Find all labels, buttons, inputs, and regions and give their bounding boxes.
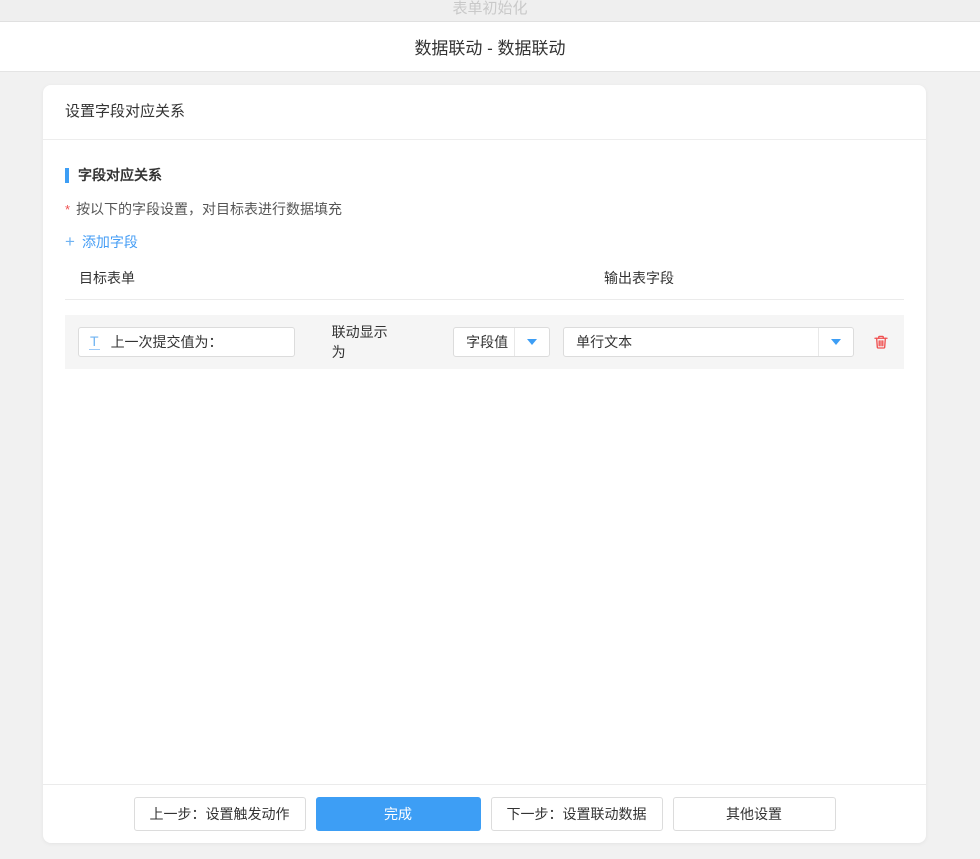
target-field-input[interactable]: T 上一次提交值为：: [78, 327, 295, 357]
single-line-text-icon: T: [89, 334, 100, 350]
settings-card: 设置字段对应关系 字段对应关系 * 按以下的字段设置，对目标表进行数据填充 + …: [43, 85, 926, 843]
section-title-label: 字段对应关系: [78, 165, 162, 185]
card-title: 设置字段对应关系: [43, 85, 926, 140]
column-header-output-field: 输出表字段: [604, 268, 674, 288]
add-field-label: 添加字段: [82, 232, 138, 252]
modal-title: 数据联动 - 数据联动: [414, 34, 565, 59]
chevron-down-icon: [818, 328, 853, 356]
card-body: 字段对应关系 * 按以下的字段设置，对目标表进行数据填充 + 添加字段 目标表单…: [43, 165, 926, 369]
section-accent-bar: [65, 168, 69, 183]
required-asterisk: *: [65, 202, 70, 217]
prev-step-button[interactable]: 上一步：设置触发动作: [134, 797, 306, 831]
chevron-down-icon: [514, 328, 549, 356]
output-field-select[interactable]: 单行文本: [563, 327, 854, 357]
finish-button[interactable]: 完成: [316, 797, 481, 831]
modal-body: 设置字段对应关系 字段对应关系 * 按以下的字段设置，对目标表进行数据填充 + …: [0, 72, 980, 859]
section-title: 字段对应关系: [65, 165, 904, 185]
mapping-row: T 上一次提交值为： 联动显示为 字段值 单行文本: [65, 315, 904, 369]
plus-icon: +: [65, 235, 75, 249]
column-header-target-form: 目标表单: [79, 268, 135, 288]
hint-text: * 按以下的字段设置，对目标表进行数据填充: [65, 199, 904, 219]
delete-row-button[interactable]: [871, 332, 891, 352]
add-field-button[interactable]: + 添加字段: [65, 232, 138, 252]
value-type-select[interactable]: 字段值: [453, 327, 550, 357]
other-settings-button[interactable]: 其他设置: [673, 797, 836, 831]
target-field-value: 上一次提交值为：: [111, 332, 223, 352]
column-headers: 目标表单 输出表字段: [65, 268, 904, 286]
header-divider: [65, 299, 904, 300]
linkage-display-label: 联动显示为: [332, 322, 402, 362]
trash-icon: [872, 333, 890, 351]
value-type-selected: 字段值: [454, 328, 514, 356]
next-step-button[interactable]: 下一步：设置联动数据: [491, 797, 663, 831]
background-page-strip: 表单初始化: [0, 0, 980, 22]
modal-header: 数据联动 - 数据联动: [0, 22, 980, 72]
card-footer: 上一步：设置触发动作 完成 下一步：设置联动数据 其他设置: [43, 784, 926, 843]
hint-label: 按以下的字段设置，对目标表进行数据填充: [76, 199, 342, 219]
output-field-selected: 单行文本: [564, 328, 818, 356]
background-tab-label: 表单初始化: [452, 0, 527, 18]
